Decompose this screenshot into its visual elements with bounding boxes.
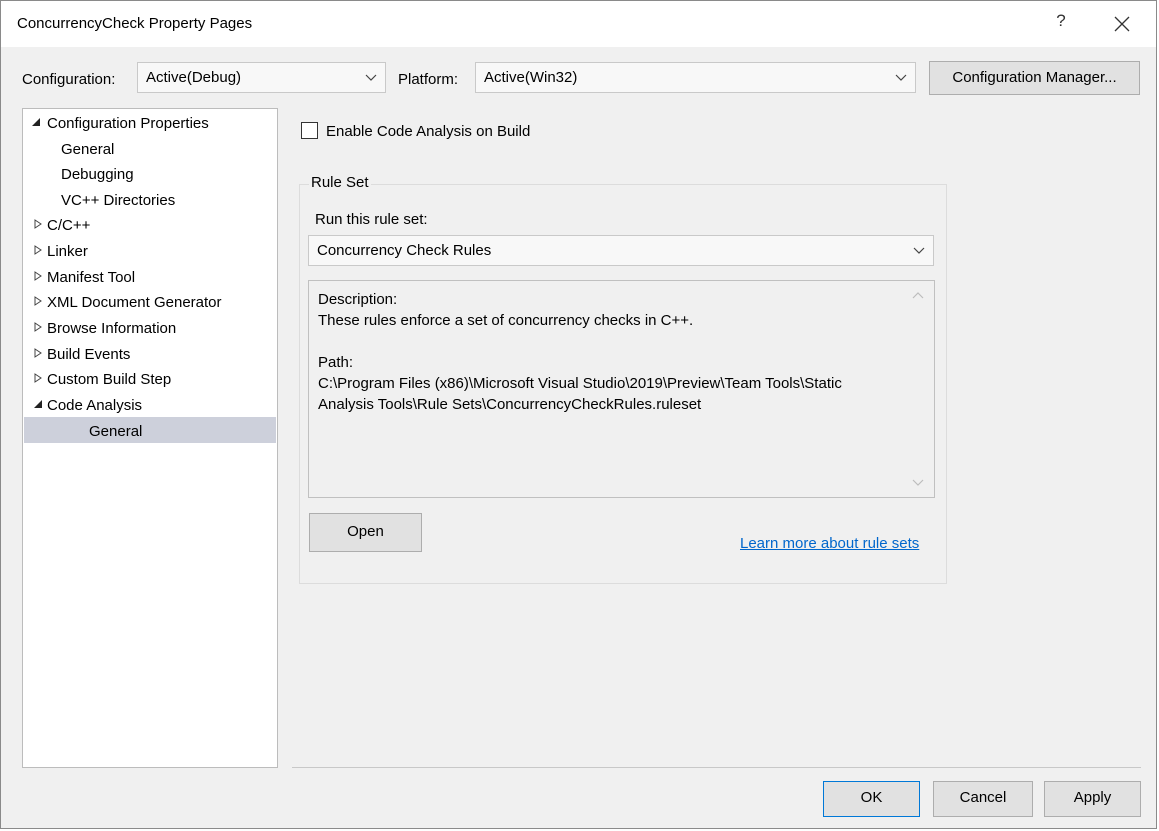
enable-code-analysis-label[interactable]: Enable Code Analysis on Build <box>326 123 530 140</box>
chevron-down-icon <box>895 72 907 82</box>
tree-item-label: Code Analysis <box>47 397 142 414</box>
collapsed-arrow-icon <box>33 296 43 306</box>
scroll-down-icon[interactable] <box>912 479 924 487</box>
tree-item-label: General <box>89 423 142 440</box>
tree-item-label: General <box>61 141 114 158</box>
tree-item-label: Build Events <box>47 346 130 363</box>
rule-set-value: Concurrency Check Rules <box>317 242 491 259</box>
configuration-manager-label: Configuration Manager... <box>952 69 1116 86</box>
scroll-up-icon[interactable] <box>912 291 924 299</box>
configuration-manager-button[interactable]: Configuration Manager... <box>929 61 1140 95</box>
ok-button[interactable]: OK <box>823 781 920 817</box>
tree-item-label: Browse Information <box>47 320 176 337</box>
configuration-value: Active(Debug) <box>146 69 241 86</box>
chevron-down-icon <box>913 245 925 255</box>
tree-item-label: C/C++ <box>47 217 90 234</box>
enable-code-analysis-checkbox[interactable] <box>301 122 318 139</box>
cancel-button[interactable]: Cancel <box>933 781 1033 817</box>
expanded-arrow-icon <box>31 117 41 127</box>
open-button-label: Open <box>347 523 384 540</box>
tree-selection-highlight <box>24 417 276 443</box>
configuration-label: Configuration: <box>22 71 115 88</box>
platform-value: Active(Win32) <box>484 69 577 86</box>
window-title: ConcurrencyCheck Property Pages <box>17 15 252 32</box>
ok-button-label: OK <box>861 789 883 806</box>
platform-dropdown[interactable]: Active(Win32) <box>475 62 916 93</box>
collapsed-arrow-icon <box>33 373 43 383</box>
description-heading: Description: <box>318 289 908 310</box>
close-icon <box>1114 16 1130 32</box>
close-button[interactable] <box>1109 11 1137 37</box>
rule-set-description-box[interactable]: Description: These rules enforce a set o… <box>308 280 935 498</box>
collapsed-arrow-icon <box>33 245 43 255</box>
path-heading: Path: <box>318 352 908 373</box>
tree-item-label: Configuration Properties <box>47 115 209 132</box>
tree-item-label: Custom Build Step <box>47 371 171 388</box>
path-line-2: Analysis Tools\Rule Sets\ConcurrencyChec… <box>318 394 908 415</box>
apply-button[interactable]: Apply <box>1044 781 1141 817</box>
learn-more-link[interactable]: Learn more about rule sets <box>740 535 919 552</box>
tree-item-label: Linker <box>47 243 88 260</box>
property-tree[interactable]: Configuration Properties General Debuggi… <box>22 108 278 768</box>
description-body: These rules enforce a set of concurrency… <box>318 310 908 331</box>
tree-item-label: VC++ Directories <box>61 192 175 209</box>
cancel-button-label: Cancel <box>960 789 1007 806</box>
configuration-dropdown[interactable]: Active(Debug) <box>137 62 386 93</box>
collapsed-arrow-icon <box>33 271 43 281</box>
platform-label: Platform: <box>398 71 458 88</box>
footer-separator <box>292 767 1141 768</box>
expanded-arrow-icon <box>33 399 43 409</box>
open-button[interactable]: Open <box>309 513 422 552</box>
rule-set-dropdown[interactable]: Concurrency Check Rules <box>308 235 934 266</box>
path-line-1: C:\Program Files (x86)\Microsoft Visual … <box>318 373 908 394</box>
chevron-down-icon <box>365 72 377 82</box>
apply-button-label: Apply <box>1074 789 1112 806</box>
collapsed-arrow-icon <box>33 219 43 229</box>
help-button[interactable]: ? <box>1049 11 1073 37</box>
rule-set-description-text: Description: These rules enforce a set o… <box>318 289 908 415</box>
rule-set-group-title: Rule Set <box>309 174 371 191</box>
collapsed-arrow-icon <box>33 322 43 332</box>
collapsed-arrow-icon <box>33 348 43 358</box>
tree-item-label: XML Document Generator <box>47 294 222 311</box>
run-rule-set-label: Run this rule set: <box>315 211 428 228</box>
title-bar: ConcurrencyCheck Property Pages ? <box>1 1 1156 47</box>
tree-item-label: Manifest Tool <box>47 269 135 286</box>
description-blank-line <box>318 331 908 352</box>
tree-item-label: Debugging <box>61 166 134 183</box>
